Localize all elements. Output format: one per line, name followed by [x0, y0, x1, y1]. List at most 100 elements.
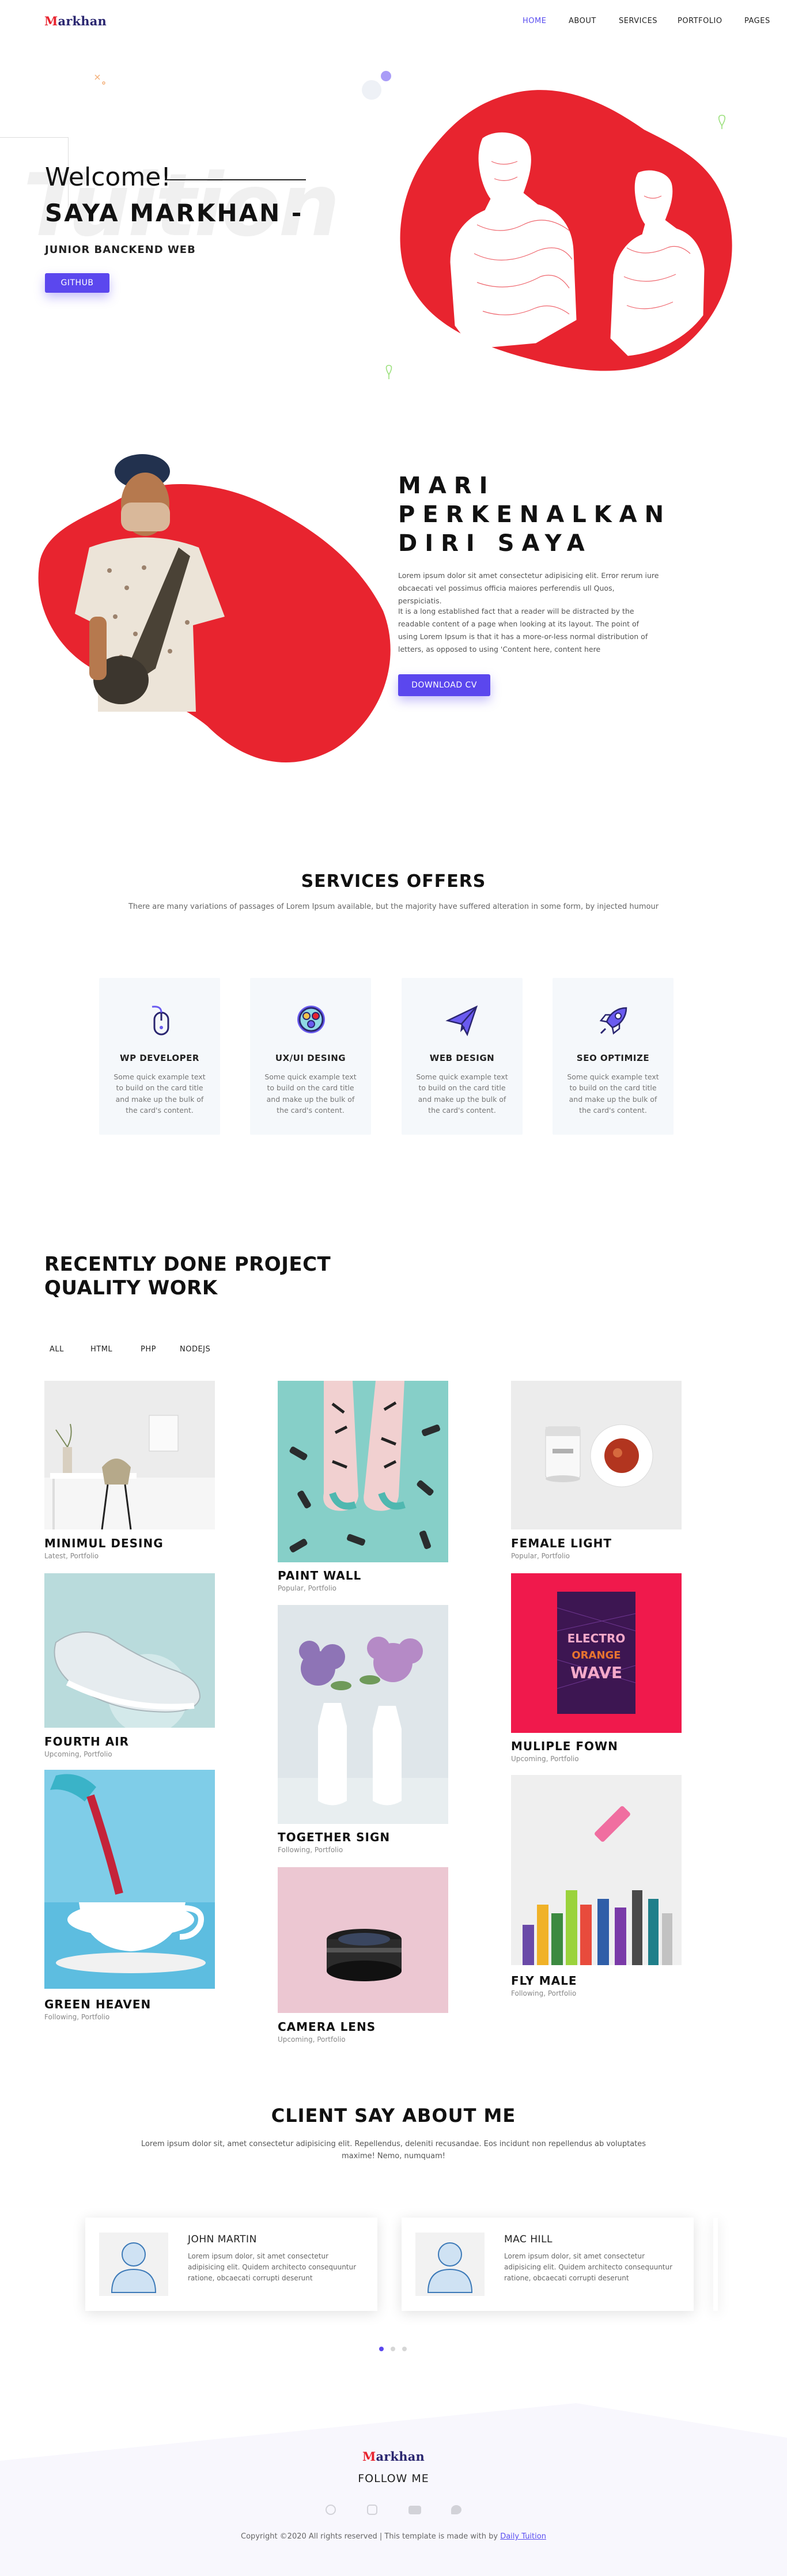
- testimonial-name: MAC HILL: [504, 2234, 553, 2245]
- filter-nodejs[interactable]: NODEJS: [180, 1345, 210, 1354]
- project-title[interactable]: PAINT WALL: [278, 1569, 361, 1582]
- service-text: Some quick example text to build on the …: [113, 1072, 206, 1115]
- service-card[interactable]: WEB DESIGN Some quick example text to bu…: [402, 978, 523, 1135]
- project-title[interactable]: TOGETHER SIGN: [278, 1830, 390, 1844]
- logo-initial: M: [44, 14, 58, 28]
- project-meta: Upcoming, Portfolio: [511, 1755, 579, 1763]
- project-title[interactable]: FOURTH AIR: [44, 1735, 129, 1748]
- project-title[interactable]: CAMERA LENS: [278, 2020, 376, 2034]
- nav-home[interactable]: HOME: [523, 17, 546, 25]
- service-text: Some quick example text to build on the …: [567, 1072, 659, 1115]
- service-text: Some quick example text to build on the …: [264, 1072, 357, 1115]
- poster-text-2: ORANGE: [572, 1649, 620, 1661]
- project-image[interactable]: [278, 1867, 448, 2013]
- project-image[interactable]: [511, 1775, 682, 1965]
- services-title: SERVICES OFFERS: [301, 871, 486, 892]
- service-card[interactable]: WP DEVELOPER Some quick example text to …: [99, 978, 220, 1135]
- youtube-icon[interactable]: [408, 2506, 421, 2514]
- project-title[interactable]: GREEN HEAVEN: [44, 1997, 151, 2011]
- project-image[interactable]: [278, 1381, 448, 1562]
- project-image[interactable]: [44, 1573, 215, 1728]
- download-cv-button[interactable]: DOWNLOAD CV: [398, 674, 490, 696]
- about-title-line: DIRI SAYA: [398, 530, 592, 557]
- nav-pages[interactable]: PAGES: [744, 17, 770, 25]
- about-paragraph-1: Lorem ipsum dolor sit amet consectetur a…: [398, 571, 659, 605]
- socks-image: [278, 1381, 448, 1562]
- carousel-dots: [378, 2345, 413, 2352]
- github-button[interactable]: GITHUB: [45, 273, 109, 293]
- project-meta: Popular, Portfolio: [511, 1552, 570, 1560]
- hero-role: JUNIOR BANCKEND WEB: [45, 244, 196, 256]
- filter-php[interactable]: PHP: [141, 1345, 156, 1354]
- logo-rest: arkhan: [58, 14, 107, 28]
- testimonial-text: Lorem ipsum dolor, sit amet consectetur …: [188, 2252, 357, 2283]
- nav-about[interactable]: ABOUT: [569, 17, 596, 25]
- instagram-icon[interactable]: [367, 2505, 377, 2515]
- avatar-icon: [99, 2233, 168, 2296]
- testimonials-title: CLIENT SAY ABOUT ME: [271, 2105, 516, 2126]
- project-title[interactable]: MINIMUL DESING: [44, 1536, 164, 1550]
- testimonial-card: MAC HILL Lorem ipsum dolor, sit amet con…: [402, 2218, 694, 2311]
- decor-dot: [381, 71, 391, 81]
- filter-html[interactable]: HTML: [90, 1345, 112, 1354]
- poster-text-1: ELECTRO: [567, 1631, 626, 1645]
- testimonial-name: JOHN MARTIN: [188, 2234, 257, 2245]
- flower-vases-image: [278, 1605, 448, 1824]
- service-title: WP DEVELOPER: [120, 1053, 199, 1063]
- portfolio-title: RECENTLY DONE PROJECT QUALITY WORK: [44, 1253, 331, 1301]
- rocket-icon: [599, 1007, 627, 1035]
- sparkle-icon: [94, 74, 105, 85]
- poster-text-3: WAVE: [570, 1663, 622, 1682]
- twitter-icon[interactable]: [451, 2505, 461, 2514]
- service-card[interactable]: UX/UI DESING Some quick example text to …: [250, 978, 371, 1135]
- mouse-icon: [152, 1006, 169, 1036]
- carousel-dot-active[interactable]: [379, 2347, 384, 2351]
- poster-image: ELECTRO ORANGE WAVE: [511, 1573, 682, 1733]
- project-meta: Following, Portfolio: [44, 2013, 110, 2021]
- nav-portfolio[interactable]: PORTFOLIO: [678, 17, 722, 25]
- sneaker-image: [44, 1573, 215, 1728]
- pin-icon: [385, 365, 392, 379]
- brand-logo[interactable]: Markhan: [44, 14, 107, 28]
- carousel-dot[interactable]: [391, 2347, 395, 2351]
- services-subtitle: There are many variations of passages of…: [128, 902, 659, 911]
- project-image[interactable]: [278, 1605, 448, 1824]
- project-meta: Upcoming, Portfolio: [44, 1750, 112, 1758]
- social-links: [320, 2503, 470, 2516]
- desk-chair-image: [44, 1381, 215, 1529]
- nav-services[interactable]: SERVICES: [619, 17, 657, 25]
- project-image[interactable]: ELECTRO ORANGE WAVE: [511, 1573, 682, 1733]
- facebook-icon[interactable]: [326, 2505, 336, 2515]
- project-title[interactable]: FLY MALE: [511, 1974, 577, 1988]
- filter-all[interactable]: ALL: [50, 1345, 64, 1354]
- service-title: UX/UI DESING: [275, 1053, 346, 1063]
- portfolio-title-line: QUALITY WORK: [44, 1276, 218, 1300]
- cream-jar-image: [511, 1381, 682, 1529]
- about-title-line: PERKENALKAN: [398, 501, 672, 528]
- project-image[interactable]: [44, 1381, 215, 1529]
- service-text: Some quick example text to build on the …: [416, 1072, 508, 1115]
- carousel-dot[interactable]: [402, 2347, 407, 2351]
- follow-heading: FOLLOW ME: [358, 2472, 429, 2485]
- project-meta: Latest, Portfolio: [44, 1552, 99, 1560]
- hero-illustration: [400, 90, 732, 371]
- palette-icon: [297, 1006, 325, 1033]
- project-image[interactable]: [511, 1381, 682, 1529]
- paper-plane-icon: [445, 1005, 478, 1037]
- service-card[interactable]: SEO OPTIMIZE Some quick example text to …: [553, 978, 674, 1135]
- decor-dot: [362, 80, 381, 100]
- copyright: Copyright ©2020 All rights reserved | Th…: [0, 2532, 787, 2541]
- hero-name: SAYA MARKHAN -: [45, 199, 304, 227]
- welcome-rule: [165, 179, 306, 180]
- project-meta: Following, Portfolio: [278, 1846, 343, 1854]
- project-title[interactable]: FEMALE LIGHT: [511, 1536, 612, 1550]
- footer-logo[interactable]: Markhan: [0, 2449, 787, 2464]
- project-title[interactable]: MULIPLE FOWN: [511, 1739, 618, 1753]
- welcome-heading: Welcome!: [45, 163, 171, 192]
- credit-link[interactable]: Daily Tuition: [500, 2532, 546, 2541]
- testimonial-text: Lorem ipsum dolor, sit amet consectetur …: [504, 2252, 673, 2283]
- project-image[interactable]: [44, 1770, 215, 1989]
- testimonial-card-partial: [713, 2218, 718, 2311]
- camera-lens-image: [278, 1867, 448, 2013]
- testimonial-card: JOHN MARTIN Lorem ipsum dolor, sit amet …: [85, 2218, 377, 2311]
